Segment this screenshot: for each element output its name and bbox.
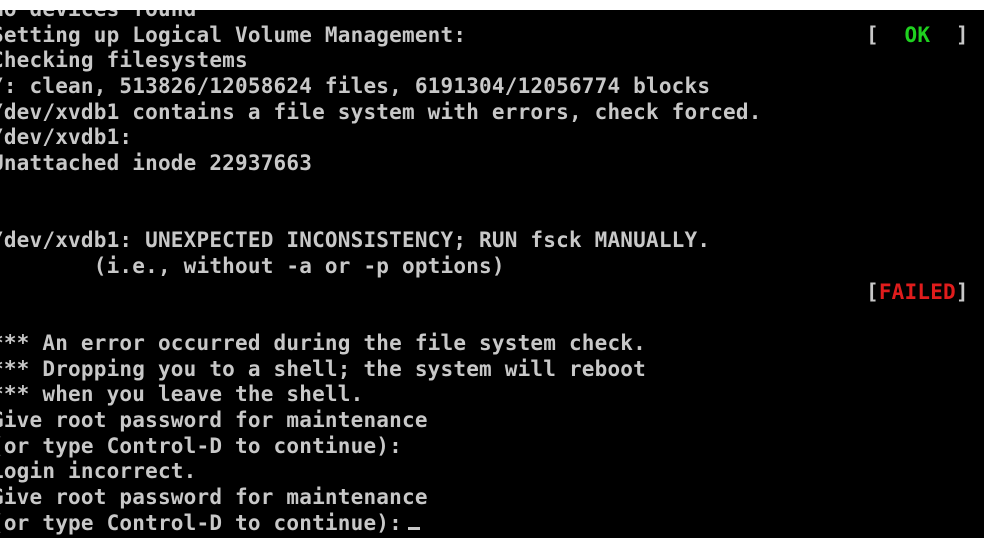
console-prompt-text: (or type Control-D to continue): bbox=[0, 510, 402, 535]
console-line: [FAILED] bbox=[0, 280, 984, 306]
terminal-console[interactable]: No devices found Setting up Logical Volu… bbox=[0, 10, 984, 538]
console-line: Setting up Logical Volume Management: [ O… bbox=[0, 23, 984, 49]
console-output: No devices found Setting up Logical Volu… bbox=[0, 10, 984, 536]
status-ok-badge: [ OK ] bbox=[866, 23, 969, 49]
console-line: Login incorrect. bbox=[0, 459, 197, 484]
console-line: Unattached inode 22937663 bbox=[0, 151, 313, 176]
status-failed-badge: [FAILED] bbox=[866, 280, 969, 306]
console-line: /dev/xvdb1 contains a file system with e… bbox=[0, 99, 762, 124]
console-line: *** Dropping you to a shell; the system … bbox=[0, 356, 646, 381]
console-line: No devices found bbox=[0, 10, 984, 23]
status-bracket-open: [ bbox=[866, 22, 905, 47]
console-line: (or type Control-D to continue): bbox=[0, 433, 402, 458]
console-line: *** An error occurred during the file sy… bbox=[0, 330, 646, 355]
status-failed-text: FAILED bbox=[878, 279, 956, 304]
console-prompt-line[interactable]: (or type Control-D to continue): bbox=[0, 511, 984, 537]
status-bracket-close: ] bbox=[930, 22, 969, 47]
console-line: Checking filesystems bbox=[0, 48, 248, 73]
status-bracket-close: ] bbox=[955, 279, 969, 304]
text-cursor bbox=[407, 526, 420, 530]
console-line: Give root password for maintenance bbox=[0, 408, 428, 432]
status-bracket-open: [ bbox=[866, 279, 879, 304]
console-line: Give root password for maintenance bbox=[0, 485, 428, 510]
console-line-text: Setting up Logical Volume Management: bbox=[0, 22, 467, 47]
console-line: /dev/xvdb1: UNEXPECTED INCONSISTENCY; RU… bbox=[0, 228, 711, 253]
status-ok-text: OK bbox=[904, 22, 931, 47]
console-line: *** when you leave the shell. bbox=[0, 382, 364, 407]
console-line: /dev/xvdb1: bbox=[0, 125, 133, 150]
console-line: /: clean, 513826/12058624 files, 6191304… bbox=[0, 74, 711, 99]
console-line: (i.e., without -a or -p options) bbox=[0, 253, 505, 278]
